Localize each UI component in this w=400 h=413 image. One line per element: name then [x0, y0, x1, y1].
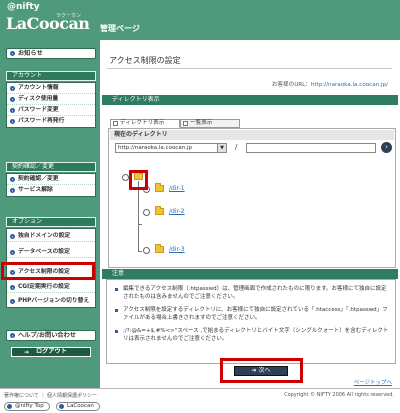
arrow-bullet-icon: ›	[10, 188, 15, 193]
tab-checkbox-icon	[183, 121, 188, 126]
nifty-icon	[7, 404, 12, 409]
note-item: 編集できるアクセス制限（.htpasswd）は、管理画面で作成されたものに限りま…	[115, 285, 390, 301]
arrow-bullet-icon: ›	[10, 108, 15, 113]
sidebar-item-domain[interactable]: › 独自ドメインの設定	[7, 231, 95, 242]
dir-link-3[interactable]: /dir-3	[169, 246, 185, 253]
arrow-bullet-icon: ›	[10, 285, 15, 290]
sidebar-item-password-change[interactable]: › パスワード変更	[7, 105, 95, 116]
folder-icon	[155, 206, 164, 215]
highlight-next-button	[220, 358, 303, 383]
tab-list[interactable]: 一覧表示	[180, 119, 240, 128]
lacoocan-icon	[59, 404, 64, 409]
arrow-bullet-icon: ›	[10, 119, 15, 124]
nifty-top-link[interactable]: @nifty Top	[4, 402, 50, 411]
tree-line	[138, 251, 142, 252]
arrow-bullet-icon: ›	[10, 177, 15, 182]
folder-icon	[155, 244, 164, 253]
main-content: アクセス制限の設定 お客様のURL：http://naraoka.la.cooc…	[100, 40, 400, 388]
directory-panel: 現在のディレクトリ http://naraoka.la.coocan.jp ▼ …	[108, 128, 396, 268]
sidebar-item-password-reissue[interactable]: › パスワード再発行	[7, 116, 95, 127]
section-bar-directory: ディレクトリ表示	[102, 95, 398, 105]
radio-root[interactable]	[122, 174, 129, 181]
tree-line	[138, 181, 139, 252]
arrow-right-icon: ➔	[24, 349, 30, 356]
bullet-icon	[115, 309, 118, 312]
sidebar-item-database[interactable]: › データベースの設定	[7, 247, 95, 258]
title-divider	[107, 68, 392, 69]
path-separator: /	[235, 143, 238, 151]
highlight-dir-1-radio	[129, 170, 148, 190]
sidebar-head-contract: 契約確認／変更	[6, 162, 96, 172]
radio-dir-2[interactable]	[143, 209, 150, 216]
sidebar-item-account-info[interactable]: › アカウント情報	[7, 83, 95, 94]
arrow-bullet-icon: ›	[10, 333, 15, 338]
lacoocan-footer-link[interactable]: LaCoocan	[56, 402, 100, 411]
tab-directory[interactable]: ディレクトリ表示	[110, 119, 180, 128]
sidebar-head-account: アカウント	[6, 71, 96, 81]
section-bar-note: 注意	[102, 269, 398, 279]
sidebar-head-option: オプション	[6, 217, 96, 227]
sidebar-item-cancel-service[interactable]: › サービス解除	[7, 185, 95, 196]
go-arrow-button[interactable]: ›	[381, 142, 392, 153]
customer-url: お客様のURL：http://naraoka.la.coocan.jp/	[271, 82, 388, 88]
sidebar-group-contract: › 契約確認／変更 › サービス解除	[6, 173, 96, 197]
highlight-access-restriction	[1, 262, 95, 280]
logout-button[interactable]: ➔ ログアウト	[11, 347, 91, 357]
dir-link-1[interactable]: /dir-1	[169, 185, 185, 192]
sidebar-item-help[interactable]: › ヘルプ/お問い合わせ	[6, 330, 96, 341]
sidebar-group-account: › アカウント情報 › ディスク使用量 › パスワード変更 › パスワード再発行	[6, 82, 96, 128]
arrow-bullet-icon: ›	[10, 97, 15, 102]
sidebar-item-disk-usage[interactable]: › ディスク使用量	[7, 94, 95, 105]
note-panel: 編集できるアクセス制限（.htpasswd）は、管理画面で作成されたものに限りま…	[106, 279, 396, 364]
footer: 著作権について ｜ 個人情報保護ポリシー Copyright © NIFTY 2…	[0, 388, 400, 413]
arrow-bullet-icon: ›	[10, 299, 15, 304]
arrow-bullet-icon: ›	[10, 250, 15, 255]
arrow-bullet-icon: ›	[10, 51, 15, 56]
domain-select[interactable]: http://naraoka.la.coocan.jp ▼	[115, 143, 227, 153]
footer-copyright: Copyright © NIFTY 2006 All rights reserv…	[284, 392, 394, 398]
admin-page-title: 管理ページ	[100, 24, 140, 33]
page-title: アクセス制限の設定	[109, 56, 181, 65]
arrow-bullet-icon: ›	[10, 86, 15, 91]
tree-line	[138, 224, 142, 225]
folder-icon	[155, 183, 164, 192]
arrow-bullet-icon: ›	[10, 234, 15, 239]
sidebar-item-contract[interactable]: › 契約確認／変更	[7, 174, 95, 185]
header: @nifty LaCoocan ラクーカン 管理ページ	[0, 0, 400, 40]
sidebar-item-notice[interactable]: › お知らせ	[6, 48, 96, 59]
current-directory-label: 現在のディレクトリ	[110, 130, 394, 140]
tab-checkbox-icon	[113, 121, 118, 126]
bullet-icon	[115, 288, 118, 291]
sidebar-item-php[interactable]: › PHPバージョンの切り替え	[7, 296, 95, 307]
bullet-icon	[115, 330, 118, 333]
sidebar: › お知らせ アカウント › アカウント情報 › ディスク使用量 › パスワード変更 …	[0, 40, 100, 388]
path-input[interactable]	[246, 143, 376, 153]
page-top-link[interactable]: ページトップへ	[354, 378, 392, 386]
sidebar-item-cgi[interactable]: › CGI定期実行の設定	[7, 282, 95, 293]
radio-dir-3[interactable]	[143, 247, 150, 254]
lacoocan-kana: ラクーカン	[56, 13, 82, 19]
note-item: ;/?:@&=+$,#%<>"スペース ,で始まるディレクトリとバイト文字（シン…	[115, 327, 390, 343]
footer-links[interactable]: 著作権について ｜ 個人情報保護ポリシー	[4, 392, 97, 399]
nifty-logo[interactable]: @nifty	[7, 2, 40, 12]
note-item: アクセス制限を設定するディレクトリに、お客様にて独自に設定されている「.htac…	[115, 306, 390, 322]
dir-link-2[interactable]: /dir-2	[169, 208, 185, 215]
chevron-down-icon: ▼	[217, 144, 226, 152]
